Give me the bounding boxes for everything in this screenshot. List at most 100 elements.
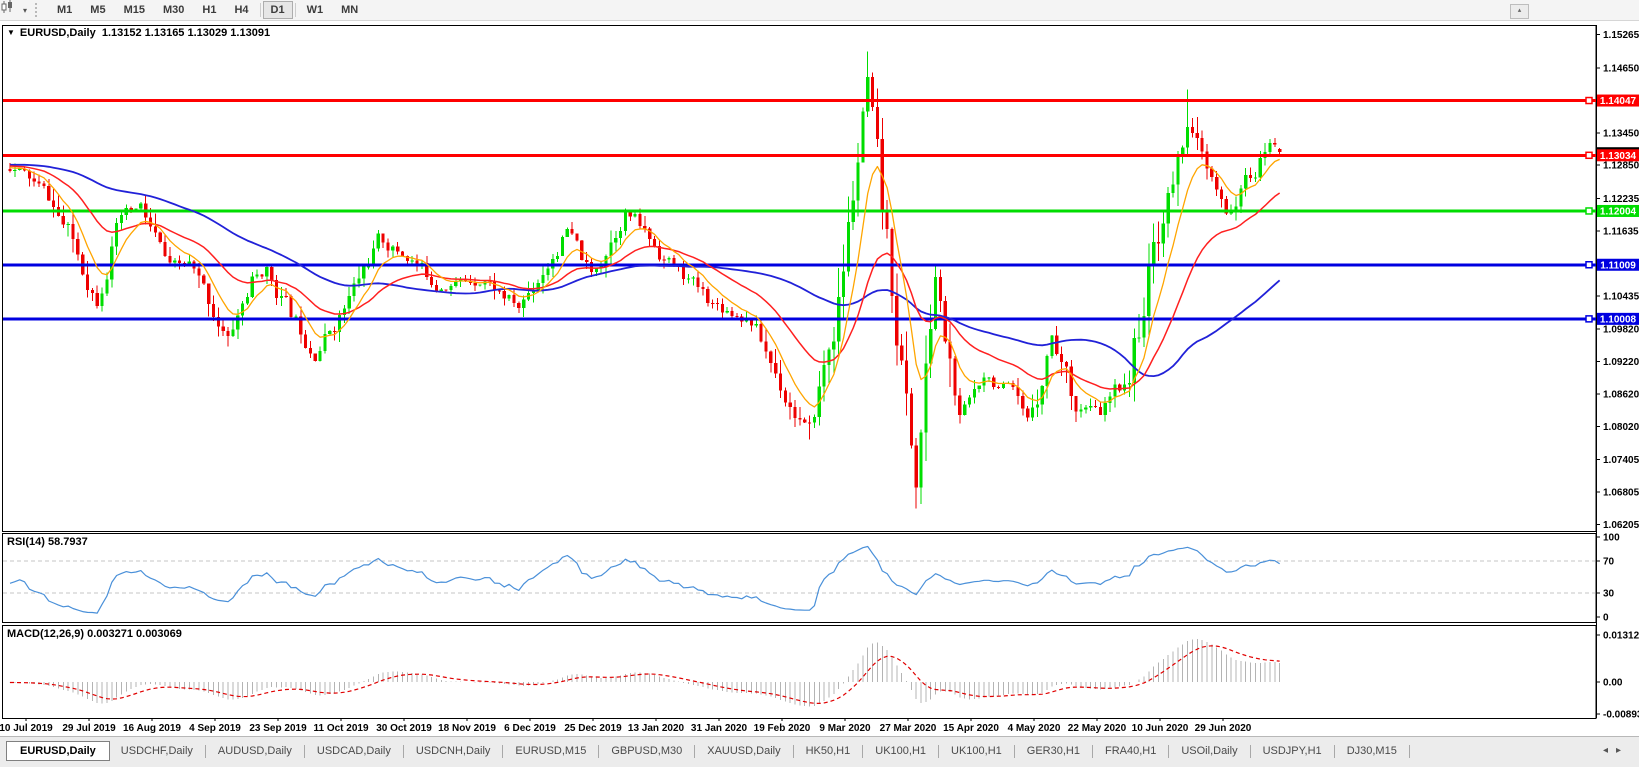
tab-separator	[402, 744, 404, 758]
svg-text:1.12850: 1.12850	[1603, 161, 1639, 172]
timeframe-button-m5[interactable]: M5	[81, 1, 114, 19]
rsi-panel[interactable]	[2, 533, 1597, 623]
tab-usdjpy-h1-14[interactable]: USDJPY,H1	[1252, 742, 1333, 760]
date-axis: 10 Jul 2019 29 Jul 2019 16 Aug 2019 4 Sep 2…	[0, 718, 1252, 734]
chart-tabs: EURUSD,Daily USDCHF,Daily AUDUSD,Daily USDC…	[6, 740, 1411, 762]
chart-ohlc-values: 1.13152 1.13165 1.13029 1.13091	[101, 27, 271, 39]
tab-audusd-daily-2[interactable]: AUDUSD,Daily	[207, 742, 303, 760]
collapse-triangle-icon[interactable]: ▼	[7, 28, 15, 37]
svg-text:1.13034: 1.13034	[1600, 151, 1637, 162]
svg-text:1.08620: 1.08620	[1603, 389, 1639, 400]
chart-window[interactable]: 1.15265 1.14650 1.13450 1.12850 1.12235 1.116…	[0, 21, 1639, 736]
svg-text:1.12004: 1.12004	[1600, 206, 1637, 217]
svg-text:1.13450: 1.13450	[1603, 128, 1639, 139]
chart-title: ▼ EURUSD,Daily 1.13152 1.13165 1.13029 1.…	[7, 27, 270, 39]
tab-separator	[502, 744, 504, 758]
tab-separator	[1168, 744, 1170, 758]
svg-text:1.07405: 1.07405	[1603, 455, 1639, 466]
timeframe-buttons: M1 M5 M15 M30 H1 H4 D1 W1 MN	[48, 1, 367, 19]
tab-ger30-h1-11[interactable]: GER30,H1	[1016, 742, 1091, 760]
tab-gbpusd-m30-6[interactable]: GBPUSD,M30	[600, 742, 693, 760]
timeframe-button-h4[interactable]: H4	[225, 1, 257, 19]
svg-text:29 Jul 2019: 29 Jul 2019	[62, 723, 116, 734]
svg-text:11 Oct 2019: 11 Oct 2019	[313, 723, 368, 734]
tab-separator	[862, 744, 864, 758]
tab-separator	[204, 744, 206, 758]
svg-text:1.10008: 1.10008	[1600, 314, 1637, 325]
tab-scroll-right-icon[interactable]: ▸	[1616, 745, 1629, 756]
tab-dj30-m15-15[interactable]: DJ30,M15	[1336, 742, 1408, 760]
price-badge-1.11009: 1.11009	[1597, 258, 1639, 271]
tab-uk100-h1-9[interactable]: UK100,H1	[864, 742, 937, 760]
svg-text:1.14047: 1.14047	[1600, 96, 1637, 107]
svg-text:19 Feb 2020: 19 Feb 2020	[754, 723, 811, 734]
svg-text:1.06205: 1.06205	[1603, 520, 1639, 531]
tab-separator	[1013, 744, 1015, 758]
svg-text:1.09220: 1.09220	[1603, 357, 1639, 368]
tab-separator	[1333, 744, 1335, 758]
svg-text:29 Jun 2020: 29 Jun 2020	[1195, 723, 1252, 734]
svg-text:0.013121: 0.013121	[1603, 630, 1639, 641]
timeframe-button-mn[interactable]: MN	[332, 1, 367, 19]
svg-text:1.15265: 1.15265	[1603, 30, 1639, 41]
chart-tab-bar: EURUSD,Daily USDCHF,Daily AUDUSD,Daily USDC…	[0, 736, 1639, 767]
trading-terminal: ▾ M1 M5 M15 M30 H1 H4 D1 W1 MN ▴ 1.15265 1.14650 1…	[0, 0, 1639, 767]
tab-hk50-h1-8[interactable]: HK50,H1	[795, 742, 862, 760]
svg-text:0.00: 0.00	[1603, 678, 1623, 689]
tab-separator	[1408, 744, 1410, 758]
tab-separator	[792, 744, 794, 758]
svg-text:10 Jul 2019: 10 Jul 2019	[0, 723, 53, 734]
svg-text:1.08020: 1.08020	[1603, 422, 1639, 433]
svg-text:25 Dec 2019: 25 Dec 2019	[564, 723, 622, 734]
tab-usdcnh-daily-4[interactable]: USDCNH,Daily	[405, 742, 502, 760]
chart-canvas[interactable]: 1.15265 1.14650 1.13450 1.12850 1.12235 1.116…	[0, 21, 1639, 736]
price-badge-1.10008: 1.10008	[1597, 312, 1639, 325]
svg-text:-0.008933: -0.008933	[1603, 710, 1639, 721]
candlestick-chart-icon[interactable]	[1, 0, 23, 18]
svg-text:30 Oct 2019: 30 Oct 2019	[376, 723, 432, 734]
svg-text:100: 100	[1603, 533, 1620, 544]
svg-text:23 Sep 2019: 23 Sep 2019	[249, 723, 307, 734]
rsi-axis: 100 70 30 0	[1596, 533, 1620, 624]
svg-text:0: 0	[1603, 613, 1609, 624]
macd-axis: 0.013121 0.00 -0.008933	[1596, 630, 1639, 721]
svg-text:70: 70	[1603, 557, 1615, 568]
macd-label: MACD(12,26,9) 0.003271 0.003069	[7, 628, 182, 640]
toolbar-separator	[294, 3, 296, 17]
svg-text:9 Mar 2020: 9 Mar 2020	[819, 723, 871, 734]
tab-eurusd-daily-0[interactable]: EURUSD,Daily	[6, 741, 110, 761]
tab-usoil-daily-13[interactable]: USOil,Daily	[1170, 742, 1248, 760]
macd-panel[interactable]	[2, 625, 1597, 719]
toolbar-grip-handle[interactable]	[35, 3, 40, 17]
tab-scroll-left-icon[interactable]: ◂	[1603, 745, 1616, 756]
svg-text:22 May 2020: 22 May 2020	[1068, 723, 1127, 734]
svg-text:4 May 2020: 4 May 2020	[1008, 723, 1061, 734]
rsi-label: RSI(14) 58.7937	[7, 536, 88, 548]
price-badge-1.12004: 1.12004	[1597, 204, 1639, 217]
svg-text:4 Sep 2019: 4 Sep 2019	[189, 723, 241, 734]
price-badge-1.13034: 1.13034	[1597, 149, 1639, 162]
timeframe-button-d1[interactable]: D1	[262, 1, 293, 19]
scroll-up-button[interactable]: ▴	[1510, 4, 1529, 19]
timeframe-button-w1[interactable]: W1	[298, 1, 333, 19]
tab-usdchf-daily-1[interactable]: USDCHF,Daily	[110, 742, 204, 760]
tab-separator	[303, 744, 305, 758]
chevron-down-icon[interactable]: ▾	[23, 6, 27, 15]
svg-text:1.10435: 1.10435	[1603, 291, 1639, 302]
tab-uk100-h1-10[interactable]: UK100,H1	[940, 742, 1013, 760]
tab-eurusd-m15-5[interactable]: EURUSD,M15	[504, 742, 597, 760]
timeframe-button-h1[interactable]: H1	[193, 1, 225, 19]
tab-usdcad-daily-3[interactable]: USDCAD,Daily	[306, 742, 402, 760]
tab-xauusd-daily-7[interactable]: XAUUSD,Daily	[696, 742, 791, 760]
svg-text:10 Jun 2020: 10 Jun 2020	[1132, 723, 1189, 734]
timeframe-button-m1[interactable]: M1	[48, 1, 81, 19]
price-badge-1.14047: 1.14047	[1597, 94, 1639, 107]
timeframe-button-m15[interactable]: M15	[115, 1, 154, 19]
tab-separator	[1249, 744, 1251, 758]
timeframe-button-m30[interactable]: M30	[154, 1, 193, 19]
tab-scroll-arrows: ◂▸	[1603, 745, 1629, 756]
svg-text:1.12235: 1.12235	[1603, 194, 1639, 205]
tab-fra40-h1-12[interactable]: FRA40,H1	[1094, 742, 1167, 760]
svg-text:13 Jan 2020: 13 Jan 2020	[628, 723, 685, 734]
svg-text:1.06805: 1.06805	[1603, 487, 1639, 498]
